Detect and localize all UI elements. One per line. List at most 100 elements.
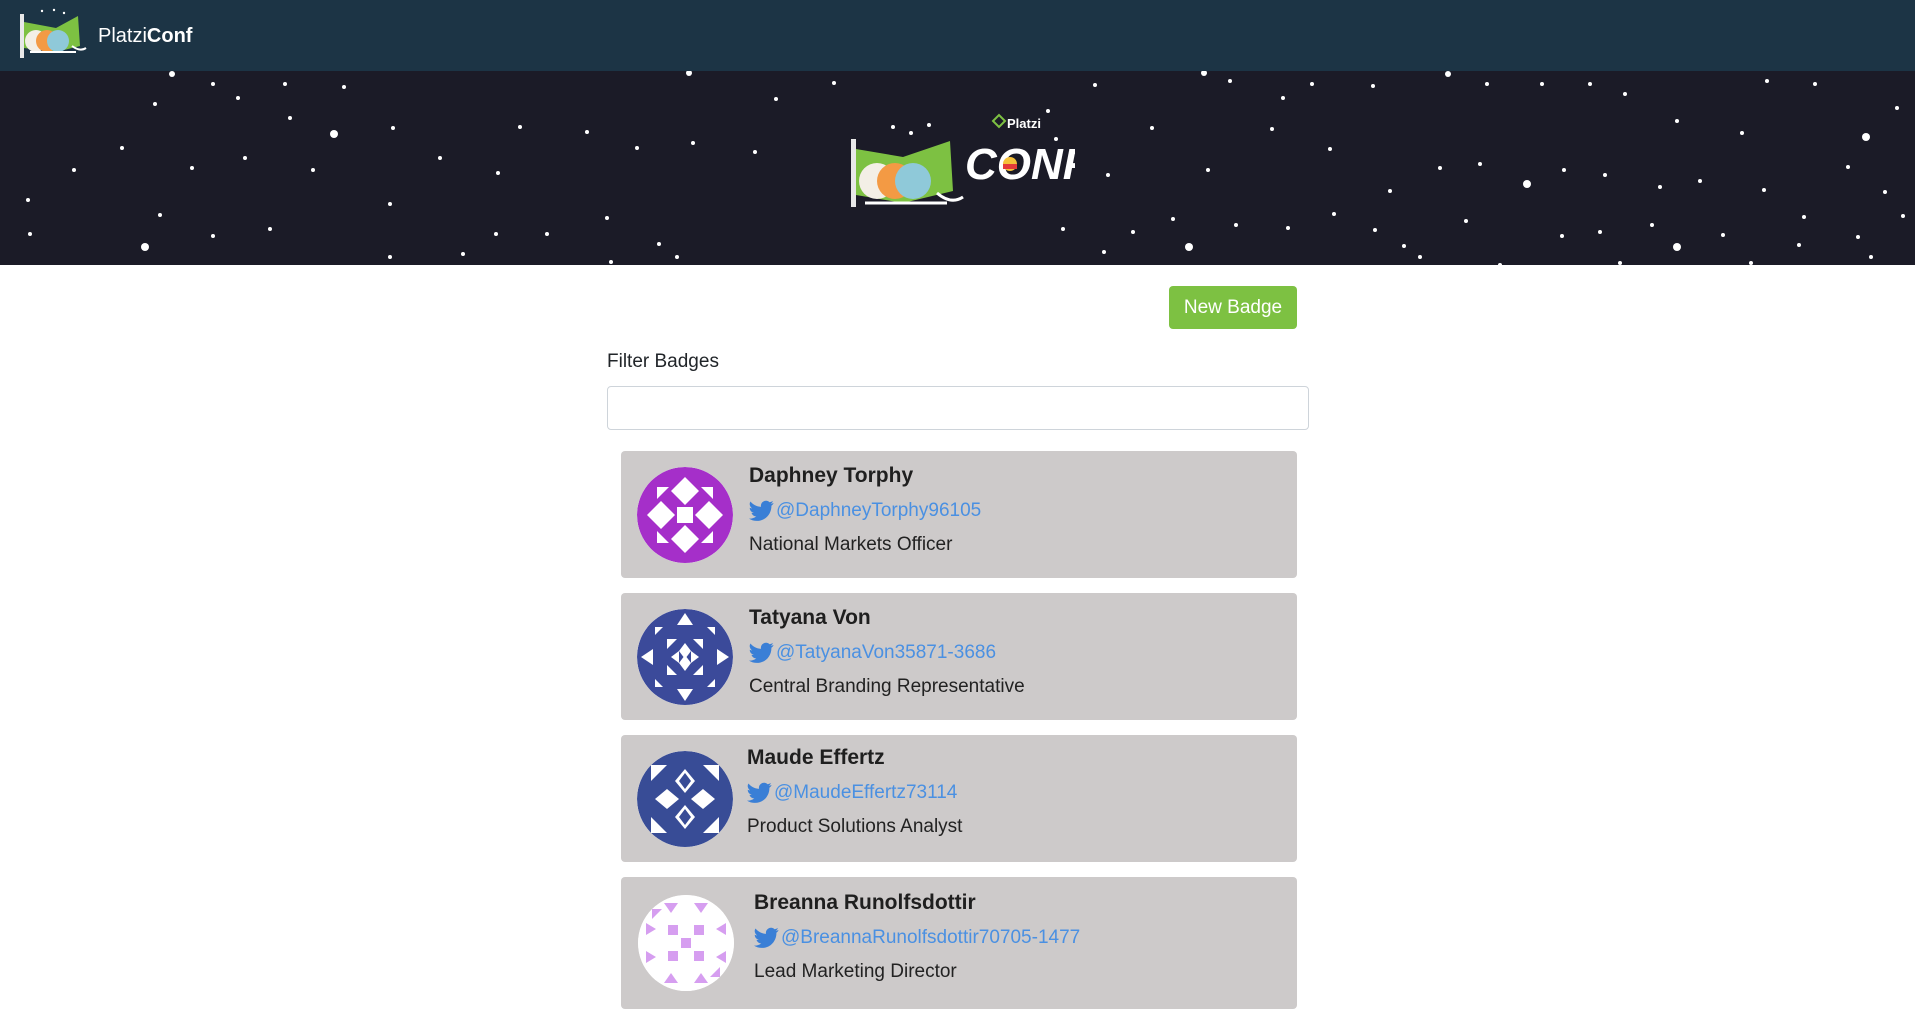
star-dot [288,116,292,120]
star-dot [283,82,287,86]
badge-card[interactable]: Maude Effertz @MaudeEffertz73114 Product… [621,735,1297,862]
star-dot [311,168,315,172]
identicon-avatar-icon [638,895,734,991]
star-dot [1373,228,1377,232]
star-dot [1856,235,1860,239]
new-badge-button[interactable]: New Badge [1169,286,1297,329]
hero-banner: Platzi CONF [0,71,1915,265]
star-dot [691,141,695,145]
star-dot [1762,188,1766,192]
avatar[interactable] [637,751,733,847]
twitter-bird-icon [754,927,779,948]
platziconf-hero-logo-icon: Platzi CONF [851,113,1075,207]
avatar[interactable] [637,609,733,705]
star-dot [1234,223,1238,227]
star-dot [1869,255,1873,259]
star-dot [1540,82,1544,86]
star-dot [461,252,465,256]
star-dot [236,96,240,100]
star-dot [675,255,679,259]
twitter-bird-icon [747,782,772,803]
job-title: Central Branding Representative [749,676,1025,697]
badge-info: Maude Effertz @MaudeEffertz73114 Product… [747,745,962,839]
star-dot [1332,212,1336,216]
star-dot [657,242,661,246]
star-dot [26,198,30,202]
star-dot [1598,230,1602,234]
star-dot [1310,82,1314,86]
star-dot [605,216,609,220]
avatar[interactable] [638,895,734,991]
twitter-handle: @TatyanaVon35871-3686 [776,642,997,663]
star-dot [388,202,392,206]
star-dot [1673,243,1681,251]
star-dot [518,125,522,129]
star-dot [1270,127,1274,131]
star-dot [1895,106,1899,110]
star-dot [438,156,442,160]
star-dot [1478,162,1482,166]
twitter-link[interactable]: @DaphneyTorphy96105 [749,499,981,523]
twitter-handle: @BreannaRunolfsdottir70705-1477 [781,927,1081,948]
hero-logo-big-text: CONF [965,140,1075,189]
badge-card[interactable]: Breanna Runolfsdottir @BreannaRunolfsdot… [621,877,1297,1009]
star-dot [388,255,392,259]
star-dot [1618,261,1622,265]
star-dot [1862,133,1870,141]
star-dot [1562,168,1566,172]
star-dot [1901,214,1905,218]
star-dot [1721,233,1725,237]
star-dot [1698,179,1702,183]
star-dot [1883,190,1887,194]
star-dot [169,71,175,77]
star-dot [686,71,692,76]
star-dot [1131,230,1135,234]
badge-card[interactable]: Daphney Torphy @DaphneyTorphy96105 Natio… [621,451,1297,578]
star-dot [753,150,757,154]
brand-name[interactable]: PlatziConf [98,22,192,50]
star-dot [1171,217,1175,221]
brand-light-text: Platzi [98,25,147,47]
star-dot [1445,71,1451,77]
star-dot [1093,83,1097,87]
star-dot [1228,79,1232,83]
star-dot [1588,82,1592,86]
job-title: National Markets Officer [749,534,953,555]
star-dot [158,213,162,217]
badge-name: Daphney Torphy [749,464,914,487]
star-dot [1328,147,1332,151]
star-dot [1813,82,1817,86]
star-dot [190,166,194,170]
twitter-link[interactable]: @MaudeEffertz73114 [747,781,962,805]
badge-info: Tatyana Von @TatyanaVon35871-3686 Centra… [749,605,1025,699]
twitter-link[interactable]: @TatyanaVon35871-3686 [749,641,1025,665]
star-dot [243,156,247,160]
star-dot [1749,261,1753,265]
star-dot [609,260,613,264]
star-dot [1740,131,1744,135]
identicon-avatar-icon [637,751,733,847]
star-dot [1765,79,1769,83]
job-title: Product Solutions Analyst [747,816,963,837]
badge-info: Breanna Runolfsdottir @BreannaRunolfsdot… [754,890,1080,984]
star-dot [545,232,549,236]
badge-card[interactable]: Tatyana Von @TatyanaVon35871-3686 Centra… [621,593,1297,720]
star-dot [211,82,215,86]
job-title: Lead Marketing Director [754,961,957,982]
star-dot [1498,263,1502,265]
star-dot [1846,165,1850,169]
twitter-link[interactable]: @BreannaRunolfsdottir70705-1477 [754,926,1080,950]
star-dot [1402,244,1406,248]
platziconf-logo-icon[interactable] [16,8,88,60]
star-dot [141,243,149,251]
filter-badges-input[interactable] [607,386,1309,430]
star-dot [1061,227,1065,231]
twitter-handle: @MaudeEffertz73114 [774,782,958,803]
top-navbar: PlatziConf [0,0,1915,71]
star-dot [774,97,778,101]
star-dot [585,130,589,134]
star-dot [1371,84,1375,88]
star-dot [494,232,498,236]
twitter-bird-icon [749,642,774,663]
avatar[interactable] [637,467,733,563]
